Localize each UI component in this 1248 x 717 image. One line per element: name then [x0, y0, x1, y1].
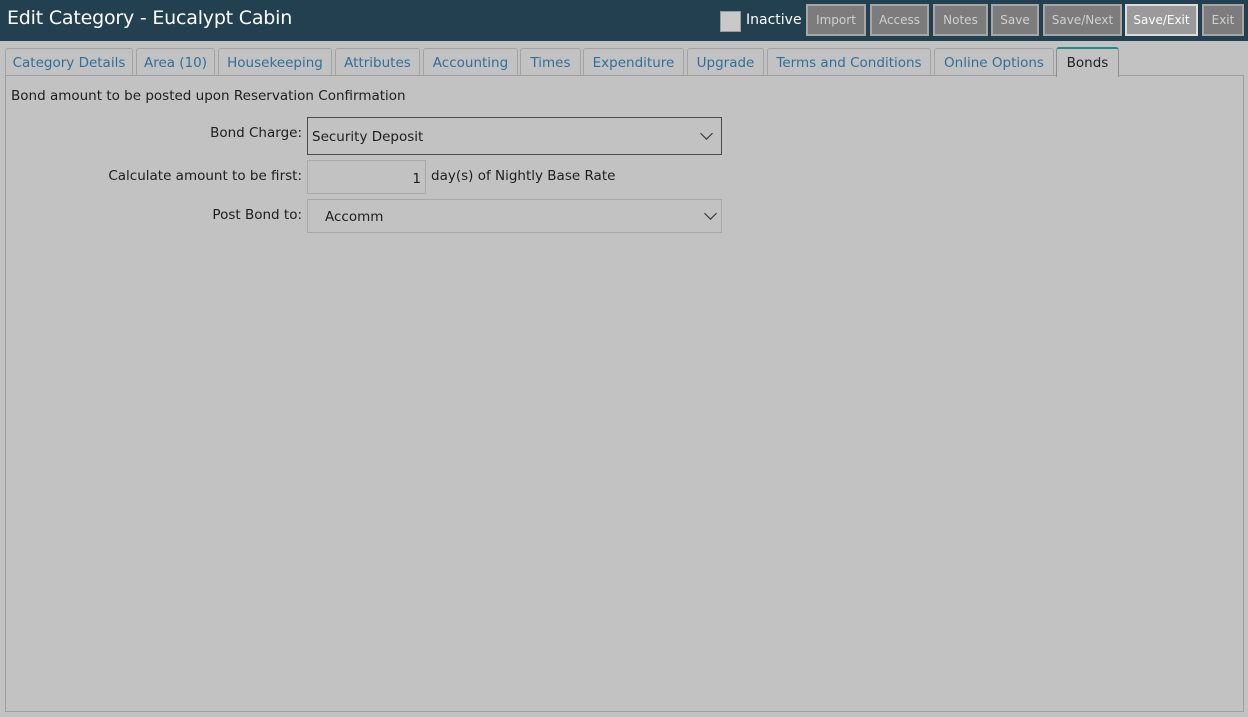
tab-expenditure[interactable]: Expenditure: [583, 48, 684, 76]
notes-button[interactable]: Notes: [933, 4, 988, 36]
save-next-button[interactable]: Save/Next: [1043, 4, 1122, 36]
page-title: Edit Category - Eucalypt Cabin: [7, 7, 293, 29]
tab-attributes[interactable]: Attributes: [335, 48, 420, 76]
tab-housekeeping[interactable]: Housekeeping: [218, 48, 332, 76]
bond-charge-label: Bond Charge:: [210, 125, 302, 141]
inactive-checkbox[interactable]: [720, 11, 741, 32]
bond-charge-value: Security Deposit: [312, 129, 424, 145]
days-value: 1: [412, 171, 421, 187]
chevron-down-icon: [700, 127, 713, 140]
tab-terms-and-conditions[interactable]: Terms and Conditions: [767, 48, 931, 76]
access-button[interactable]: Access: [870, 4, 929, 36]
post-bond-select[interactable]: Accomm: [307, 199, 722, 233]
tab-category-details[interactable]: Category Details: [5, 48, 133, 76]
chevron-down-icon: [704, 207, 717, 220]
tab-bonds[interactable]: Bonds: [1056, 47, 1119, 77]
import-button[interactable]: Import: [806, 4, 866, 36]
tab-accounting[interactable]: Accounting: [423, 48, 518, 76]
inactive-label: Inactive: [746, 12, 802, 28]
tab-upgrade[interactable]: Upgrade: [687, 48, 764, 76]
exit-button[interactable]: Exit: [1202, 4, 1244, 36]
bonds-heading: Bond amount to be posted upon Reservatio…: [11, 88, 406, 104]
post-bond-value: Accomm: [325, 209, 384, 225]
title-bar: Edit Category - Eucalypt Cabin Inactive …: [0, 0, 1248, 41]
calculate-amount-label: Calculate amount to be first:: [108, 168, 302, 184]
save-button[interactable]: Save: [991, 4, 1039, 36]
days-suffix-label: day(s) of Nightly Base Rate: [431, 168, 616, 184]
post-bond-label: Post Bond to:: [212, 207, 302, 223]
days-input[interactable]: 1: [307, 160, 426, 194]
bond-charge-select[interactable]: Security Deposit: [307, 117, 722, 155]
tab-online-options[interactable]: Online Options: [934, 48, 1054, 76]
tab-area[interactable]: Area (10): [136, 48, 215, 76]
save-exit-button[interactable]: Save/Exit: [1125, 4, 1198, 36]
tab-times[interactable]: Times: [520, 48, 581, 76]
